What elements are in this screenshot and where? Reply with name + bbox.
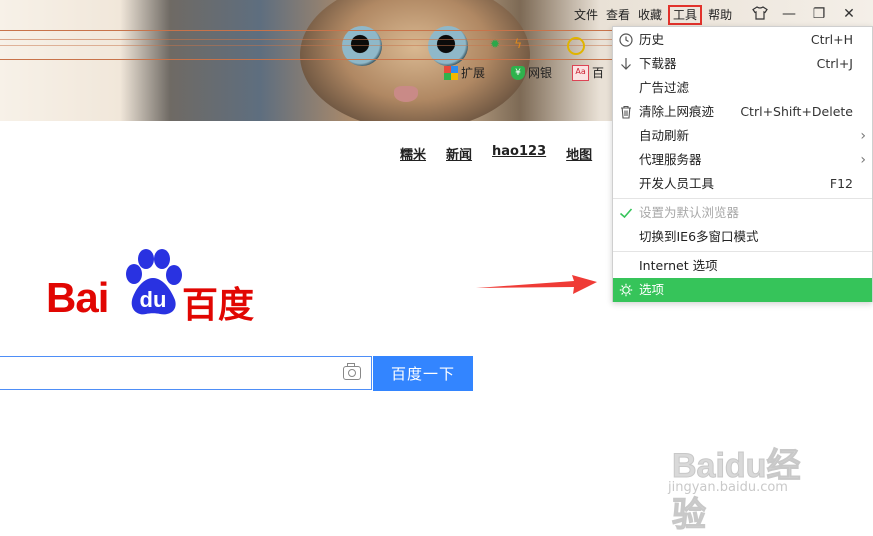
menu-separator [613,251,872,252]
red-arrow-annotation [476,275,597,294]
tools-menu: 历史 Ctrl+H 下载器 Ctrl+J 广告过滤 清除上网痕迹 Ctrl+Sh… [612,26,873,302]
menu-item-downloader[interactable]: 下载器 Ctrl+J [613,52,872,76]
checkmark-icon [619,208,633,219]
menu-item-devtools[interactable]: 开发人员工具 F12 [613,172,872,196]
menu-item-set-default: 设置为默认浏览器 [613,201,872,225]
menu-item-ie6-mode[interactable]: 切换到IE6多窗口模式 [613,225,872,249]
logo-bai: Bai [46,274,109,321]
search-engine-icon[interactable] [567,37,585,55]
bolt-icon[interactable]: ϟ [514,37,522,51]
menu-item-label: 下载器 [639,56,677,71]
menu-separator [613,198,872,199]
logo-du: du [140,287,167,312]
menu-file[interactable]: 文件 [570,5,602,25]
search-button[interactable]: 百度一下 [373,356,473,391]
baidu-jingyan-watermark: Baidu经验 jingyan.baidu.com [668,420,828,535]
trash-icon [621,105,631,119]
refresh-icon[interactable]: ✹ [490,37,500,51]
menu-item-options[interactable]: 选项 [613,278,872,302]
window-controls: — ❐ ✕ [774,4,864,24]
menu-bar: 文件 查看 收藏 工具 帮助 [570,4,736,26]
toolbar-icons: ✹ ϟ [490,37,522,51]
baidu-logo: Bai du 百度 [46,248,262,325]
menu-item-label: 开发人员工具 [639,176,715,191]
menu-view[interactable]: 查看 [602,5,634,25]
aa-icon: Aa [572,64,590,81]
chevron-right-icon: › [860,128,866,144]
menu-tools[interactable]: 工具 [668,5,703,25]
close-icon[interactable]: ✕ [834,6,864,22]
logo-baidu-cn: 百度 [182,284,255,325]
menu-item-label: 清除上网痕迹 [639,104,715,119]
menu-item-label: 设置为默认浏览器 [639,205,740,220]
menu-item-label: 选项 [639,282,665,297]
extensions-icon [444,65,458,80]
baidu-top-nav: 糯米 新闻 hao123 地图 视 [400,144,625,163]
bookmark-label: 网银 [528,66,553,80]
bookmark-label: 百 [592,66,605,80]
chevron-right-icon: › [860,152,866,168]
menu-item-shortcut: Ctrl+J [816,56,853,71]
skin-shirt-icon[interactable] [752,6,768,20]
search-input[interactable] [0,356,372,390]
menu-item-label: Internet 选项 [639,258,718,273]
nav-nuomi[interactable]: 糯米 [400,144,426,163]
menu-item-label: 历史 [639,32,665,47]
watermark-url: jingyan.baidu.com [668,480,788,495]
menu-item-label: 代理服务器 [639,152,702,167]
nav-map[interactable]: 地图 [566,144,592,163]
bookmark-extensions[interactable]: 扩展 [444,64,485,81]
menu-item-label: 自动刷新 [639,128,690,143]
menu-item-adblock[interactable]: 广告过滤 [613,76,872,100]
bookmark-label: 扩展 [461,66,486,80]
download-arrow-icon [621,58,631,70]
paw-icon: du [126,249,182,315]
menu-item-clear-traces[interactable]: 清除上网痕迹 Ctrl+Shift+Delete [613,100,872,124]
clock-icon [619,33,633,47]
menu-item-proxy[interactable]: 代理服务器 › [613,148,872,172]
menu-item-label: 切换到IE6多窗口模式 [639,229,759,244]
gear-icon [619,283,633,297]
minimize-icon[interactable]: — [774,6,804,22]
restore-icon[interactable]: ❐ [804,6,834,22]
menu-item-shortcut: F12 [829,176,853,191]
menu-item-internet-options[interactable]: Internet 选项 [613,254,872,278]
menu-item-auto-refresh[interactable]: 自动刷新 › [613,124,872,148]
menu-item-shortcut: Ctrl+Shift+Delete [740,104,853,119]
menu-item-history[interactable]: 历史 Ctrl+H [613,28,872,52]
bookmark-bar: 扩展 ¥ 网银 Aa 百 [444,64,604,81]
bookmark-baidu[interactable]: Aa 百 [572,64,604,81]
menu-favorites[interactable]: 收藏 [634,5,666,25]
kitten-nose [394,86,418,102]
kitten-image [300,0,530,121]
camera-icon[interactable] [343,363,361,380]
menu-help[interactable]: 帮助 [704,5,736,25]
menu-item-label: 广告过滤 [639,80,690,95]
nav-news[interactable]: 新闻 [446,144,472,163]
shield-yen-icon: ¥ [511,65,526,80]
bookmark-bank[interactable]: ¥ 网银 [511,64,552,81]
menu-item-shortcut: Ctrl+H [810,32,853,47]
nav-hao123[interactable]: hao123 [492,144,546,163]
